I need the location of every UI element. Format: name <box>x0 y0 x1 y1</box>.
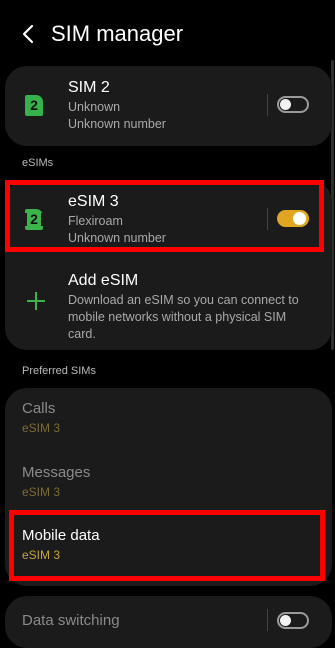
sim-card-icon: 2 <box>25 95 43 116</box>
divider <box>267 94 268 116</box>
messages-value: eSIM 3 <box>22 485 61 499</box>
calls-value: eSIM 3 <box>22 421 61 435</box>
sim2-carrier: Unknown <box>68 100 121 114</box>
data-switching-label: Data switching <box>22 612 120 629</box>
back-arrow-icon[interactable] <box>18 20 40 48</box>
calls-label[interactable]: Calls <box>22 400 55 417</box>
add-icon[interactable] <box>27 292 45 310</box>
data-switching-card[interactable]: Data switching <box>5 596 332 648</box>
highlight-box-esim3 <box>5 180 324 252</box>
data-switching-toggle[interactable] <box>277 612 309 629</box>
sim2-card[interactable]: 2 SIM 2 Unknown Unknown number <box>5 66 332 146</box>
sim2-name: SIM 2 <box>68 79 110 96</box>
add-esim-description: Download an eSIM so you can connect to m… <box>68 293 299 341</box>
add-esim-title[interactable]: Add eSIM <box>68 272 138 290</box>
messages-label[interactable]: Messages <box>22 464 90 481</box>
esims-section-header: eSIMs <box>22 157 54 169</box>
app-header: SIM manager <box>0 0 335 66</box>
highlight-box-mobile-data <box>9 510 325 581</box>
sim2-toggle[interactable] <box>277 96 309 113</box>
divider <box>267 609 268 631</box>
preferred-sims-section-header: Preferred SIMs <box>22 365 96 377</box>
sim2-number: Unknown number <box>68 117 166 131</box>
page-title: SIM manager <box>51 21 184 46</box>
